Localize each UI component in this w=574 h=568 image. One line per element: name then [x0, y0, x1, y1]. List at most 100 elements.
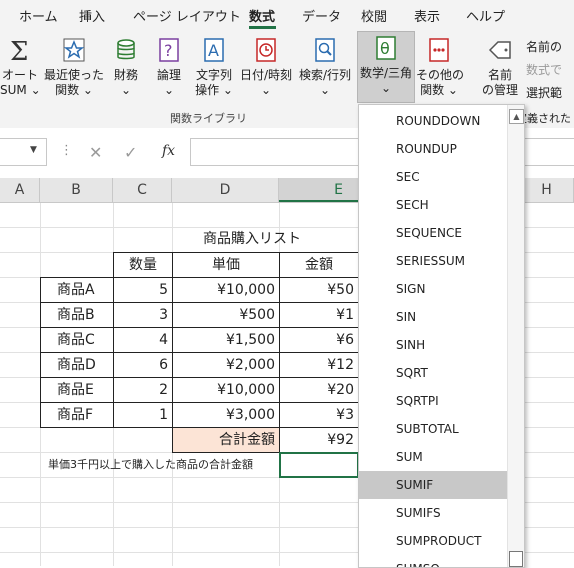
scroll-up-icon[interactable]: ▲ — [509, 109, 524, 124]
tab-formulas[interactable]: 数式 — [249, 6, 275, 25]
sheet-title: 商品購入リスト — [203, 231, 301, 247]
table-cell-name: 商品E — [40, 377, 114, 403]
name-manager-label: 名前 — [487, 68, 512, 82]
more-functions-button[interactable]: その他の 関数 ⌄ — [416, 34, 465, 100]
table-cell-price: ¥1,500 — [172, 327, 280, 353]
clock-icon — [256, 38, 276, 62]
logical-label: 論理 — [156, 68, 181, 82]
function-item-sequence[interactable]: SEQUENCE — [359, 219, 507, 247]
table-cell-name: 商品B — [40, 302, 114, 328]
coins-icon — [117, 39, 135, 60]
table-cell-qty: 4 — [113, 327, 173, 353]
column-header-d[interactable]: D — [172, 178, 279, 202]
chevron-down-icon[interactable]: ▼ — [30, 145, 37, 155]
tab-data[interactable]: データ — [302, 6, 341, 25]
active-cell[interactable] — [279, 452, 359, 478]
math-trig-button[interactable]: θ 数学/三角 ⌄ — [357, 31, 415, 103]
column-header-b[interactable]: B — [40, 178, 113, 202]
function-item-roundup[interactable]: ROUNDUP — [359, 135, 507, 163]
function-item-sqrt[interactable]: SQRT — [359, 359, 507, 387]
function-item-subtotal[interactable]: SUBTOTAL — [359, 415, 507, 443]
name-box[interactable]: ▼ — [0, 138, 47, 166]
total-value-cell: ¥92 — [279, 427, 359, 453]
function-library-group-label: 関数ライブラリ — [170, 112, 247, 125]
math-trig-label: 数学/三角 — [359, 66, 413, 80]
enter-icon[interactable]: ✓ — [124, 143, 137, 162]
cancel-icon[interactable]: ✕ — [89, 143, 102, 162]
table-cell-price: ¥3,000 — [172, 402, 280, 428]
logical-button[interactable]: ? 論理 ⌄ — [151, 34, 187, 100]
autosum-label-2: SUM ⌄ — [0, 83, 41, 97]
date-time-label: 日付/時刻 — [239, 68, 293, 82]
recent-functions-label-2: 関数 ⌄ — [55, 83, 93, 97]
more-functions-label: その他の — [416, 68, 465, 82]
function-item-seriessum[interactable]: SERIESSUM — [359, 247, 507, 275]
insert-function-icon[interactable]: fx — [162, 143, 175, 159]
tab-home[interactable]: ホーム — [19, 6, 58, 25]
date-time-button[interactable]: 日付/時刻 ⌄ — [238, 34, 294, 100]
table-cell-amount: ¥3 — [279, 402, 359, 428]
lookup-reference-button[interactable]: 検索/行列 ⌄ — [296, 34, 354, 100]
function-item-sinh[interactable]: SINH — [359, 331, 507, 359]
tab-insert[interactable]: 挿入 — [79, 6, 105, 25]
table-cell-price: ¥2,000 — [172, 352, 280, 378]
function-item-sum[interactable]: SUM — [359, 443, 507, 471]
header-cell-amount: 金額 — [279, 252, 359, 278]
lookup-reference-label-2: ⌄ — [319, 83, 331, 97]
column-header-h[interactable]: H — [520, 178, 574, 202]
autosum-label: オート — [1, 68, 38, 82]
function-item-sumproduct[interactable]: SUMPRODUCT — [359, 527, 507, 555]
create-from-selection-button[interactable]: 選択範 — [526, 84, 562, 101]
table-cell-name: 商品C — [40, 327, 114, 353]
formula-bar-grip-icon: ⋮ — [60, 143, 73, 158]
table-cell-name: 商品A — [40, 277, 114, 303]
active-tab-indicator — [249, 26, 276, 29]
table-cell-amount: ¥1 — [279, 302, 359, 328]
tab-help[interactable]: ヘルプ — [466, 6, 505, 25]
more-functions-label-2: 関数 ⌄ — [420, 83, 458, 97]
table-cell-amount: ¥12 — [279, 352, 359, 378]
function-item-sec[interactable]: SEC — [359, 163, 507, 191]
function-item-sin[interactable]: SIN — [359, 303, 507, 331]
column-header-a[interactable]: A — [0, 178, 40, 202]
recent-functions-button[interactable]: 最近使った 関数 ⌄ — [44, 34, 104, 100]
name-manager-button[interactable]: 名前 の管理 — [478, 34, 522, 100]
dropdown-scrollbar[interactable]: ▲ — [507, 105, 524, 567]
financial-button[interactable]: 財務 ⌄ — [108, 34, 144, 100]
note-cell: 単価3千円以上で購入した商品の合計金額 — [48, 458, 253, 471]
function-item-sign[interactable]: SIGN — [359, 275, 507, 303]
question-book-icon: ? — [159, 38, 179, 62]
function-item-sqrtpi[interactable]: SQRTPI — [359, 387, 507, 415]
define-name-button[interactable]: 名前の — [526, 38, 562, 55]
use-in-formula-button[interactable]: 数式で — [526, 61, 562, 78]
table-cell-name: 商品D — [40, 352, 114, 378]
table-cell-price: ¥500 — [172, 302, 280, 328]
tab-view[interactable]: 表示 — [414, 6, 440, 25]
text-functions-label: 文字列 — [195, 68, 232, 82]
date-time-label-2: ⌄ — [260, 83, 272, 97]
function-item-rounddown[interactable]: ROUNDDOWN — [359, 107, 507, 135]
autosum-button[interactable]: Σ オート SUM ⌄ — [0, 34, 41, 100]
theta-icon: θ — [376, 36, 396, 60]
name-manager-label-2: の管理 — [481, 83, 518, 97]
math-trig-dropdown[interactable]: ROUNDDOWN ROUNDUP SEC SECH SEQUENCE SERI… — [358, 104, 525, 568]
table-cell-qty: 2 — [113, 377, 173, 403]
table-cell-qty: 6 — [113, 352, 173, 378]
tab-page-layout[interactable]: ページ レイアウト — [133, 6, 241, 25]
table-cell-price: ¥10,000 — [172, 377, 280, 403]
scroll-thumb[interactable] — [509, 551, 523, 567]
function-item-sumif[interactable]: SUMIF — [359, 471, 507, 499]
magnifier-icon — [315, 38, 335, 62]
function-item-sumsq[interactable]: SUMSQ — [359, 555, 507, 567]
total-label-cell: 合計金額 — [172, 427, 280, 453]
tab-review[interactable]: 校閲 — [361, 6, 387, 25]
table-cell-amount: ¥50 — [279, 277, 359, 303]
text-functions-label-2: 操作 ⌄ — [195, 83, 233, 97]
column-header-c[interactable]: C — [113, 178, 172, 202]
text-functions-button[interactable]: A 文字列 操作 ⌄ — [192, 34, 236, 100]
financial-label-2: ⌄ — [120, 83, 132, 97]
function-item-sumifs[interactable]: SUMIFS — [359, 499, 507, 527]
tag-icon — [488, 41, 511, 59]
math-trig-label-2: ⌄ — [380, 81, 392, 95]
function-item-sech[interactable]: SECH — [359, 191, 507, 219]
